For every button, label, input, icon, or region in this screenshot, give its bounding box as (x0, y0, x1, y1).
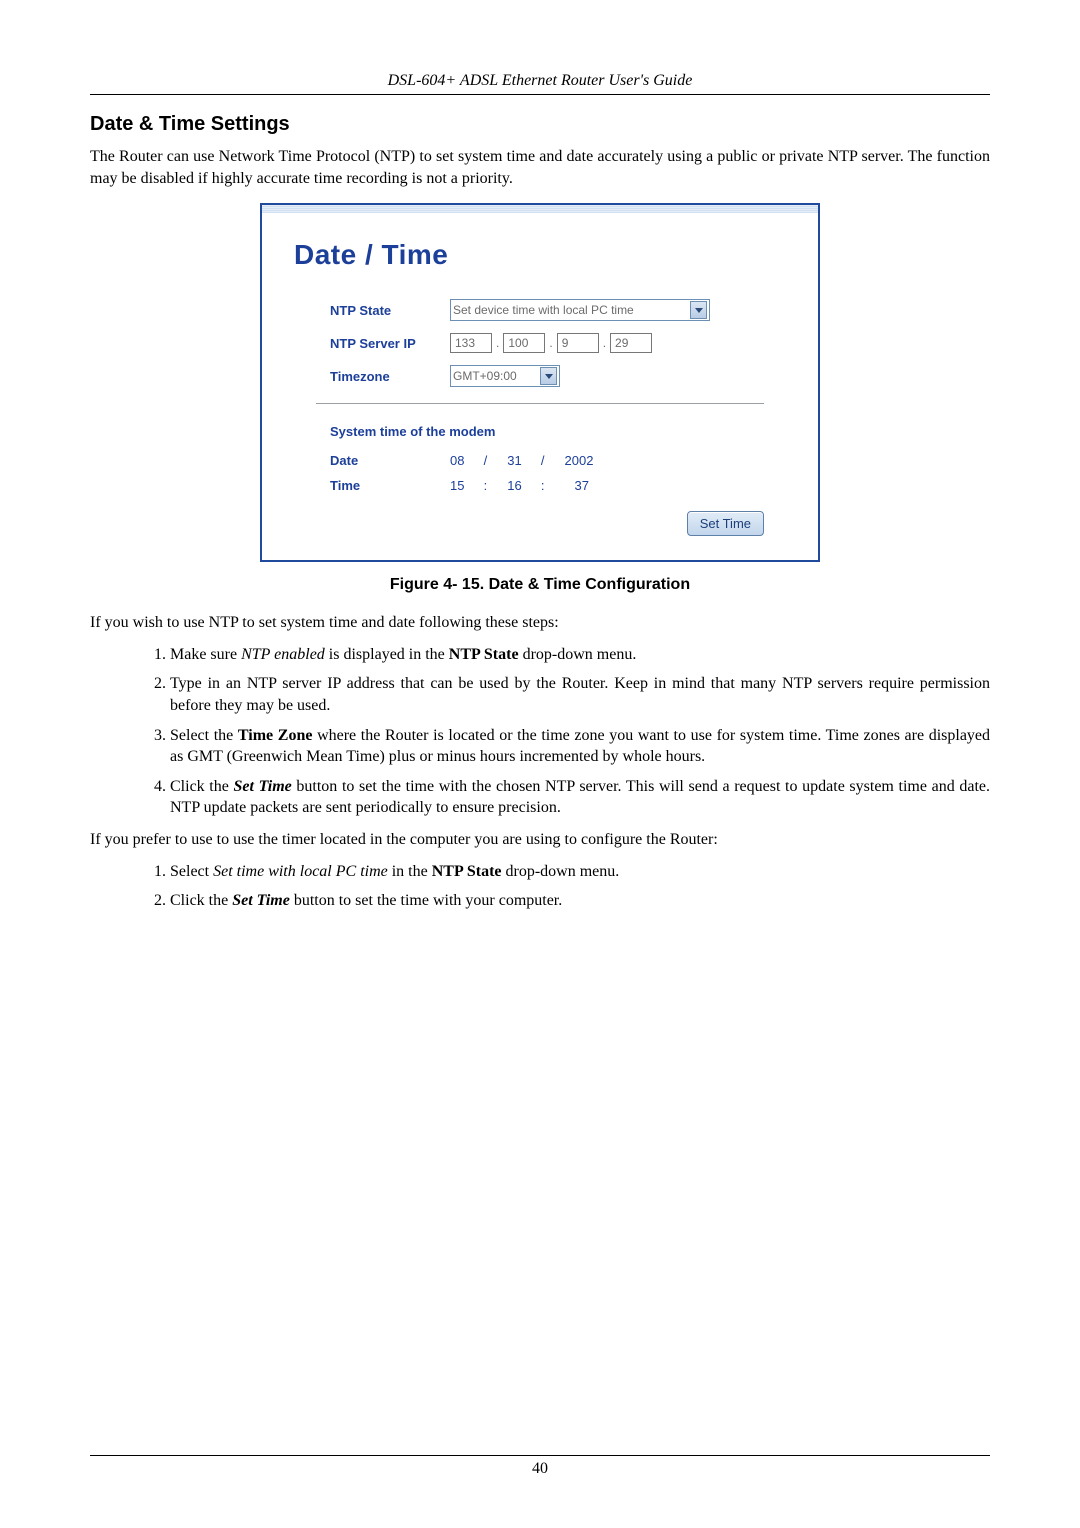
ip-octet-2[interactable]: 100 (503, 333, 545, 353)
figure-caption: Figure 4- 15. Date & Time Configuration (90, 576, 990, 594)
steps-list-a: Make sure NTP enabled is displayed in th… (145, 644, 990, 819)
panel-topstripe (262, 205, 818, 213)
ntp-server-ip-row: NTP Server IP 133 . 100 . 9 . 29 (330, 333, 792, 353)
list-item: Select the Time Zone where the Router is… (170, 725, 990, 768)
list-item: Click the Set Time button to set the tim… (170, 890, 990, 912)
page-number: 40 (532, 1460, 548, 1477)
ntp-state-label: NTP State (330, 303, 450, 318)
list-item: Type in an NTP server IP address that ca… (170, 673, 990, 716)
time-row: Time 15 : 16 : 37 (330, 478, 792, 493)
ip-octet-4[interactable]: 29 (610, 333, 652, 353)
list-item: Select Set time with local PC time in th… (170, 861, 990, 883)
date-label: Date (330, 453, 450, 468)
page-footer: 40 (90, 1455, 990, 1478)
date-value: 08 / 31 / 2002 (450, 453, 595, 468)
list-item: Make sure NTP enabled is displayed in th… (170, 644, 990, 666)
intro-paragraph: The Router can use Network Time Protocol… (90, 146, 990, 189)
ntp-server-ip-label: NTP Server IP (330, 336, 450, 351)
set-time-button[interactable]: Set Time (687, 511, 764, 536)
timezone-select[interactable]: GMT+09:00 (450, 365, 560, 387)
time-value: 15 : 16 : 37 (450, 478, 595, 493)
chevron-down-icon (690, 301, 707, 319)
ntp-state-row: NTP State Set device time with local PC … (330, 299, 792, 321)
separator (316, 403, 764, 404)
ip-dot: . (496, 336, 499, 350)
ip-octet-1[interactable]: 133 (450, 333, 492, 353)
panel-title: Date / Time (294, 239, 792, 271)
section-title: Date & Time Settings (90, 113, 990, 136)
ntp-state-select[interactable]: Set device time with local PC time (450, 299, 710, 321)
date-row: Date 08 / 31 / 2002 (330, 453, 792, 468)
time-label: Time (330, 478, 450, 493)
ntp-state-value: Set device time with local PC time (453, 303, 686, 317)
steps-intro: If you wish to use NTP to set system tim… (90, 612, 990, 634)
date-time-panel: Date / Time NTP State Set device time wi… (260, 203, 820, 562)
timezone-value: GMT+09:00 (453, 369, 536, 383)
timezone-row: Timezone GMT+09:00 (330, 365, 792, 387)
ip-dot: . (549, 336, 552, 350)
timezone-label: Timezone (330, 369, 450, 384)
steps-b-intro: If you prefer to use to use the timer lo… (90, 829, 990, 851)
ip-dot: . (603, 336, 606, 350)
ip-octet-3[interactable]: 9 (557, 333, 599, 353)
chevron-down-icon (540, 367, 557, 385)
system-time-heading: System time of the modem (330, 424, 792, 439)
list-item: Click the Set Time button to set the tim… (170, 776, 990, 819)
page-header: DSL-604+ ADSL Ethernet Router User's Gui… (90, 72, 990, 95)
steps-list-b: Select Set time with local PC time in th… (145, 861, 990, 912)
